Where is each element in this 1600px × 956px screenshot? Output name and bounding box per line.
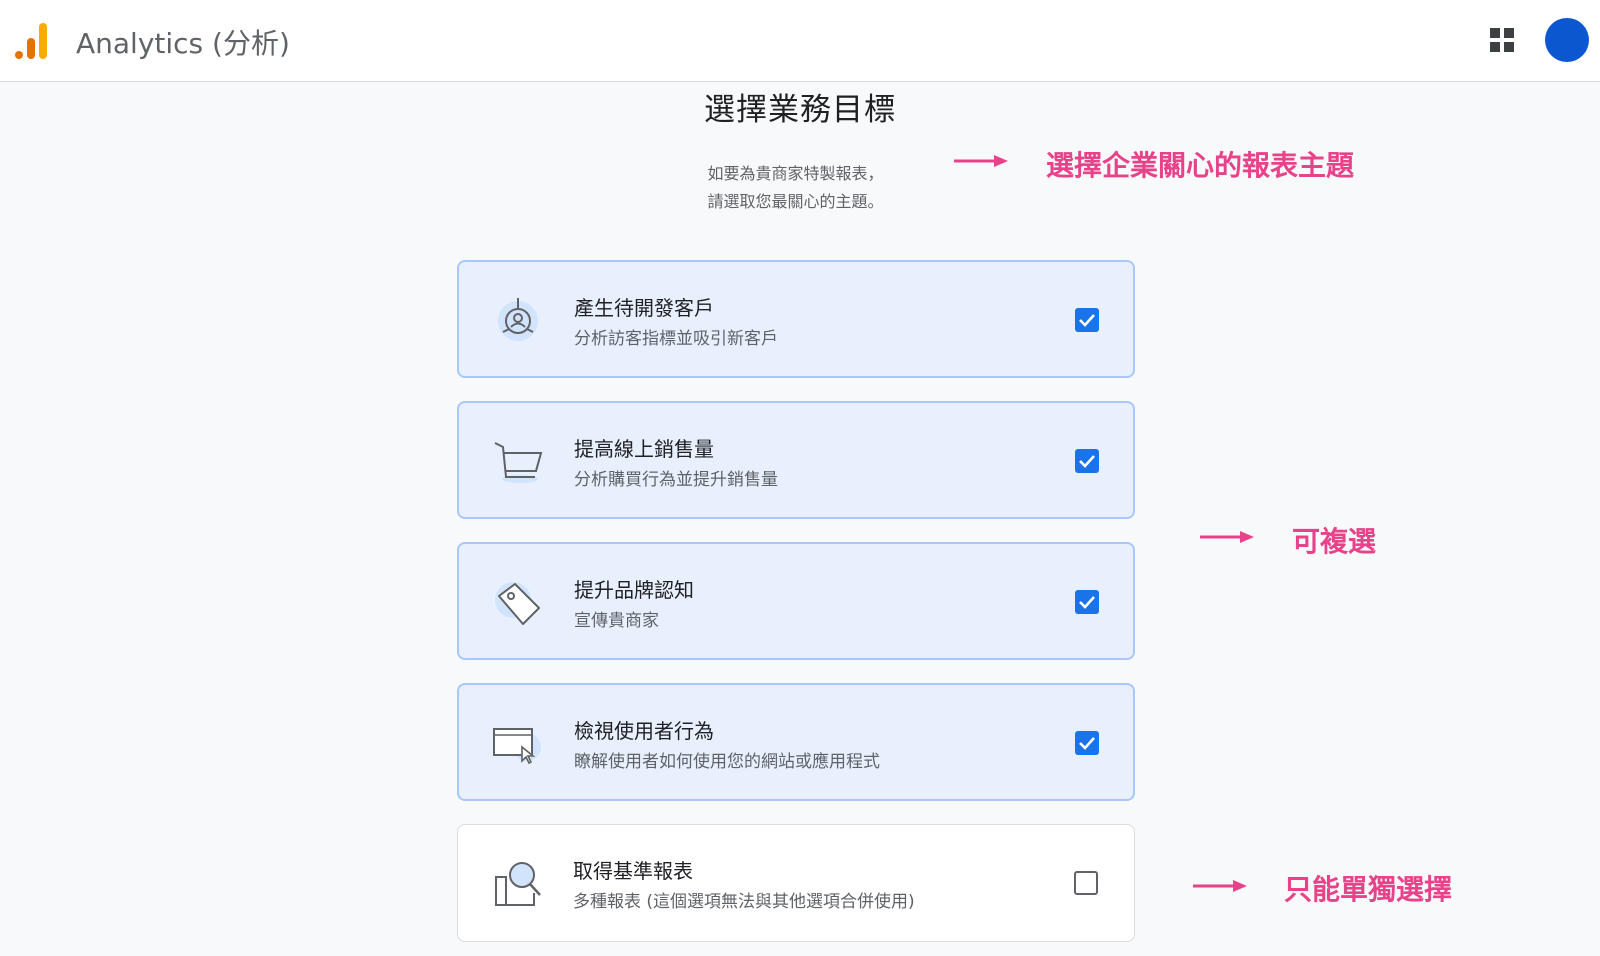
option-checkbox[interactable] (1075, 449, 1099, 473)
annotation-arrow-icon (1193, 880, 1247, 892)
option-checkbox[interactable] (1075, 731, 1099, 755)
lead-target-icon (498, 298, 538, 341)
page-subtitle: 如要為貴商家特製報表， 請選取您最關心的主題。 (640, 160, 951, 216)
checkmark-icon (1079, 596, 1095, 609)
analytics-logo-icon[interactable] (14, 20, 52, 60)
annotation-multi-select: 可複選 (1292, 525, 1377, 558)
option-title: 檢視使用者行為 (574, 719, 714, 743)
tag-icon (495, 582, 540, 625)
option-card-brand-awareness[interactable]: 提升品牌認知 宣傳貴商家 (457, 542, 1135, 660)
checkmark-icon (1079, 314, 1095, 327)
annotation-single-select: 只能單獨選擇 (1284, 873, 1453, 906)
option-title: 產生待開發客戶 (574, 296, 714, 320)
option-checkbox[interactable] (1075, 590, 1099, 614)
option-description: 多種報表 (這個選項無法與其他選項合併使用) (573, 892, 915, 912)
option-title: 提高線上銷售量 (574, 437, 714, 461)
app-title: Analytics (分析) (76, 27, 290, 60)
option-description: 分析訪客指標並吸引新客戶 (574, 329, 778, 349)
option-title: 提升品牌認知 (574, 578, 694, 602)
option-description: 宣傳貴商家 (574, 611, 659, 631)
page-title: 選擇業務目標 (704, 92, 896, 128)
checkmark-icon (1079, 455, 1095, 468)
apps-grid-icon[interactable] (1488, 26, 1516, 54)
subtitle-line-2: 請選取您最關心的主題。 (707, 192, 884, 211)
browser-cursor-icon (493, 728, 541, 765)
option-description: 分析購買行為並提升銷售量 (574, 470, 778, 490)
annotation-topic: 選擇企業關心的報表主題 (1046, 149, 1355, 182)
annotation-arrow-icon (1200, 531, 1254, 543)
annotation-arrow-icon (954, 155, 1008, 167)
option-checkbox[interactable] (1075, 308, 1099, 332)
shopping-cart-icon (494, 442, 543, 483)
magnify-report-icon (495, 862, 541, 906)
option-card-user-behavior[interactable]: 檢視使用者行為 瞭解使用者如何使用您的網站或應用程式 (457, 683, 1135, 801)
option-card-generate-leads[interactable]: 產生待開發客戶 分析訪客指標並吸引新客戶 (457, 260, 1135, 378)
option-title: 取得基準報表 (573, 859, 693, 883)
option-description: 瞭解使用者如何使用您的網站或應用程式 (574, 752, 880, 772)
option-card-baseline-reports[interactable]: 取得基準報表 多種報表 (這個選項無法與其他選項合併使用) (457, 824, 1135, 942)
account-avatar[interactable] (1545, 18, 1589, 62)
checkmark-icon (1079, 737, 1095, 750)
subtitle-line-1: 如要為貴商家特製報表， (707, 164, 884, 183)
top-app-bar: Analytics (分析) (0, 0, 1600, 82)
option-card-online-sales[interactable]: 提高線上銷售量 分析購買行為並提升銷售量 (457, 401, 1135, 519)
option-checkbox[interactable] (1074, 871, 1098, 895)
